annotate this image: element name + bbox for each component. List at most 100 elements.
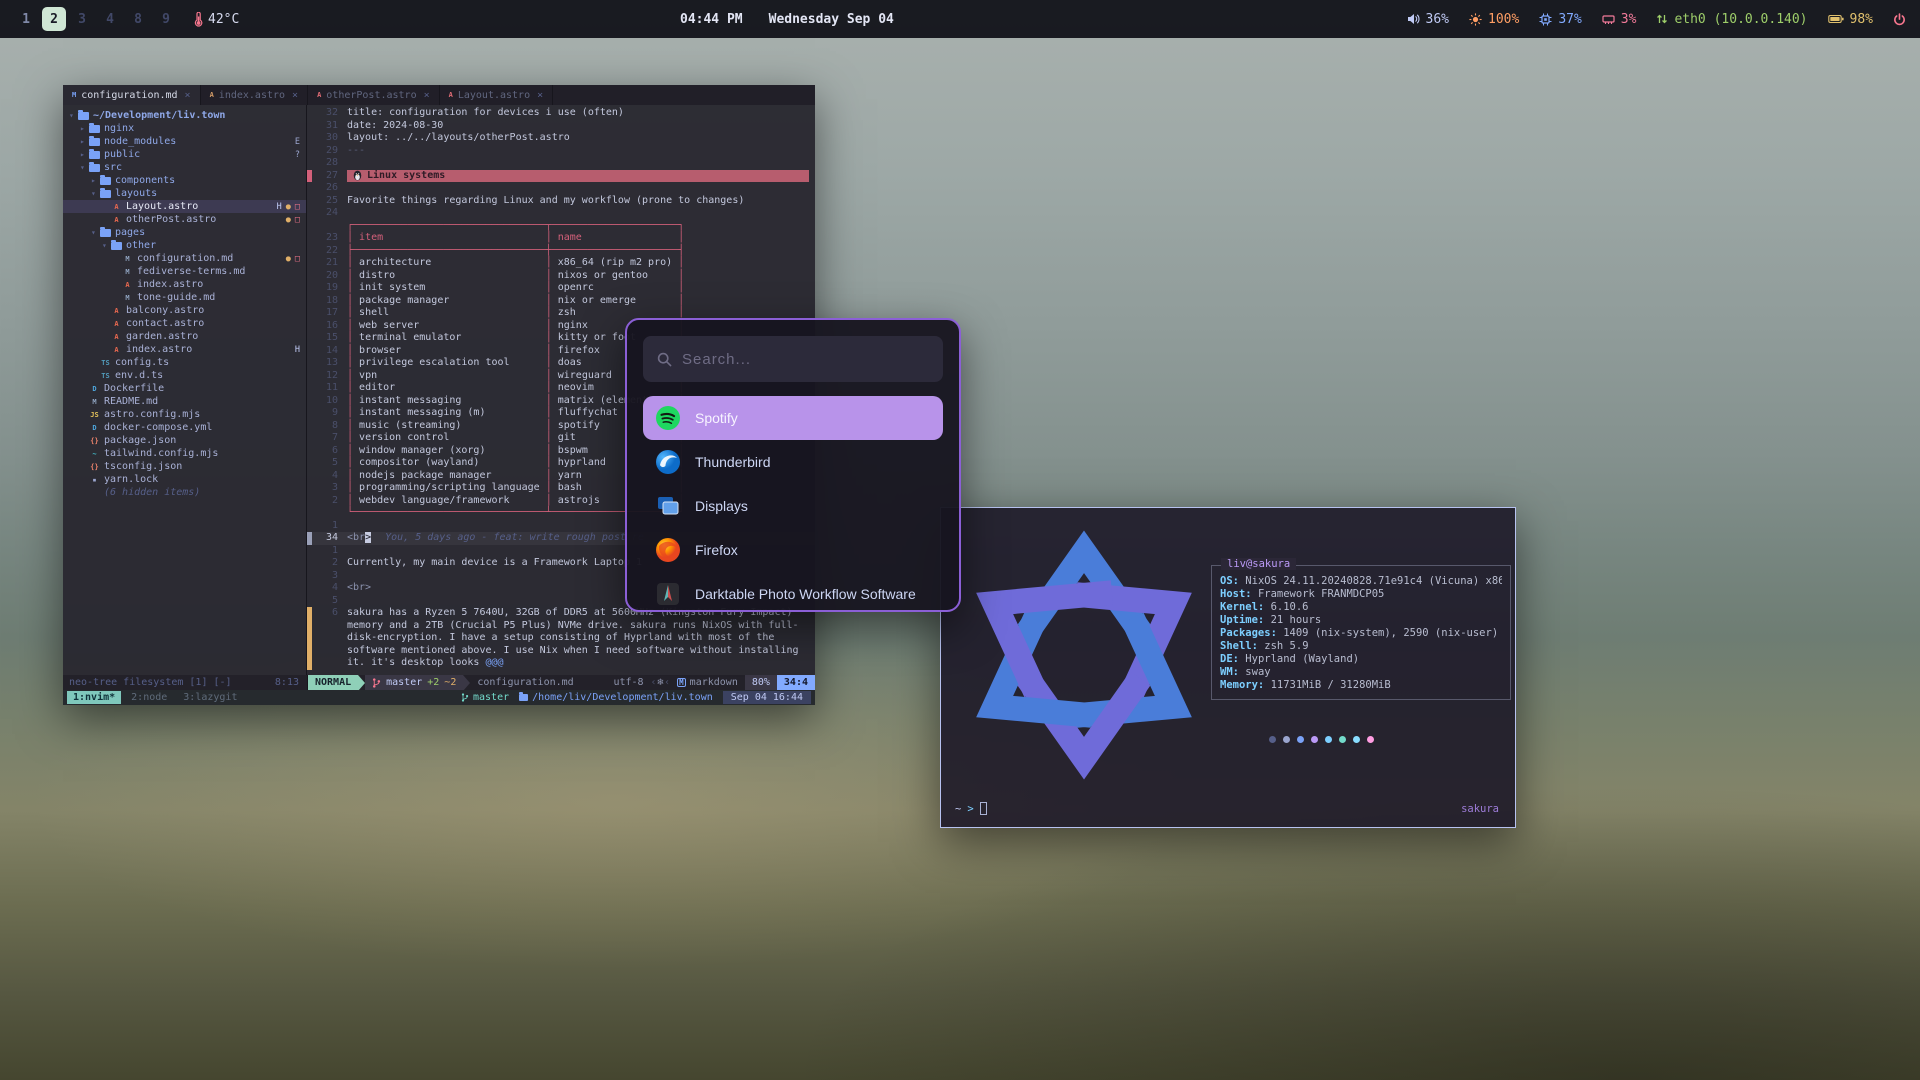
text-span: Currently, my main device is a Framework… (347, 557, 642, 568)
palette-dot (1283, 736, 1290, 743)
workspace-8[interactable]: 8 (126, 7, 150, 31)
chevron-down-icon: ▾ (91, 228, 100, 237)
tree-item[interactable]: ▸public? (63, 148, 306, 161)
tree-item[interactable]: MREADME.md (63, 395, 306, 408)
tree-item-label: index.astro (137, 279, 203, 290)
table-border: │ (347, 270, 359, 281)
tree-item[interactable]: ~tailwind.config.mjs (63, 447, 306, 460)
tree-item[interactable]: ▾layouts (63, 187, 306, 200)
close-icon[interactable]: × (292, 90, 298, 101)
fetch-info-label: Shell: (1220, 640, 1264, 652)
editor-tab[interactable]: AotherPost.astro× (308, 85, 440, 105)
neotree-panel[interactable]: ▾~/Development/liv.town▸nginx▸node_modul… (63, 105, 307, 675)
tmux-right: master /home/liv/Development/liv.town Se… (461, 691, 811, 704)
table-border: │ (672, 257, 684, 268)
tree-item-label: otherPost.astro (126, 214, 216, 225)
tree-item[interactable]: AotherPost.astro●□ (63, 213, 306, 226)
fetch-info-label: DE: (1220, 653, 1245, 665)
tree-item[interactable]: (6 hidden items) (63, 486, 306, 499)
launcher-item[interactable]: Firefox (643, 528, 943, 572)
workspace-9[interactable]: 9 (154, 7, 178, 31)
power-icon[interactable] (1893, 13, 1906, 26)
editor-tab[interactable]: ALayout.astro× (440, 85, 554, 105)
close-icon[interactable]: × (185, 90, 191, 101)
tree-item[interactable]: Mconfiguration.md●□ (63, 252, 306, 265)
terminal-window[interactable]: liv@sakura OS: NixOS 24.11.20240828.71e9… (940, 507, 1516, 828)
markdown-icon: M (677, 678, 686, 687)
tmux-window[interactable]: 2:node (125, 691, 173, 704)
statusline-filename: configuration.md (470, 675, 580, 690)
tmux-window[interactable]: 1:nvim* (67, 691, 121, 704)
table-border: │ (347, 370, 359, 381)
fetch-info-line: Shell: zsh 5.9 (1220, 640, 1502, 653)
tree-item[interactable]: ▸nginx (63, 122, 306, 135)
launcher-item[interactable]: Spotify (643, 396, 943, 440)
statusline-spacer (581, 675, 607, 690)
tree-item[interactable]: {}package.json (63, 434, 306, 447)
tree-item[interactable]: ▪yarn.lock (63, 473, 306, 486)
launcher-item[interactable]: Displays (643, 484, 943, 528)
tree-item[interactable]: TSenv.d.ts (63, 369, 306, 382)
tree-item[interactable]: ▾pages (63, 226, 306, 239)
line-number: 9 (312, 407, 338, 420)
status-badge: □ (295, 254, 300, 264)
shell-prompt[interactable]: ~ > (955, 802, 987, 815)
tmux-window[interactable]: 3:lazygit (177, 691, 243, 704)
scroll-progress: 80% (745, 675, 777, 690)
folder-icon (89, 138, 100, 146)
launcher-results: Spotify Thunderbird DisplaysFirefoxDarktab… (627, 396, 959, 612)
git-status-badges: E (295, 137, 306, 147)
tree-item[interactable]: ▾~/Development/liv.town (63, 109, 306, 122)
launcher-item[interactable]: Thunderbird (643, 440, 943, 484)
close-icon[interactable]: × (424, 90, 430, 101)
tree-item[interactable]: ALayout.astroH●□ (63, 200, 306, 213)
module-network: eth0 (10.0.0.140) (1656, 12, 1807, 27)
filetype-segment: M markdown (670, 675, 745, 690)
launcher-item[interactable]: Darktable Photo Workflow Software (643, 572, 943, 612)
status-badge: E (295, 137, 300, 147)
tree-item[interactable]: Ddocker-compose.yml (63, 421, 306, 434)
tree-item[interactable]: Agarden.astro (63, 330, 306, 343)
network-value: eth0 (10.0.0.140) (1674, 12, 1807, 27)
search-input[interactable] (682, 351, 929, 368)
tree-item[interactable]: Abalcony.astro (63, 304, 306, 317)
tree-item[interactable]: Acontact.astro (63, 317, 306, 330)
workspace-2[interactable]: 2 (42, 7, 66, 31)
tree-item[interactable]: Aindex.astro (63, 278, 306, 291)
table-border: │ (540, 395, 558, 406)
table-cell-item: window manager (xorg) (359, 445, 540, 456)
table-cell-item: shell (359, 307, 540, 318)
tree-item[interactable]: ▾src (63, 161, 306, 174)
tree-item[interactable]: Mfediverse-terms.md (63, 265, 306, 278)
gutter-sign (307, 507, 312, 520)
tree-item[interactable]: JSastro.config.mjs (63, 408, 306, 421)
close-icon[interactable]: × (537, 90, 543, 101)
tree-item[interactable]: TSconfig.ts (63, 356, 306, 369)
astro-file-icon: A (122, 281, 133, 289)
displays-icon (655, 493, 681, 519)
line-number: 26 (312, 182, 338, 195)
editor-tab[interactable]: Mconfiguration.md× (63, 85, 201, 105)
launcher-item-label: Thunderbird (695, 454, 771, 470)
tree-item[interactable]: ▸node_modulesE (63, 135, 306, 148)
tree-item[interactable]: ▾other (63, 239, 306, 252)
tree-item[interactable]: Mtone-guide.md (63, 291, 306, 304)
memory-value: 3% (1621, 12, 1637, 27)
tree-item-label: astro.config.mjs (104, 409, 200, 420)
buffer-line: 25Favorite things regarding Linux and my… (307, 195, 815, 208)
tree-item[interactable]: {}tsconfig.json (63, 460, 306, 473)
table-border: │ (347, 332, 359, 343)
workspace-4[interactable]: 4 (98, 7, 122, 31)
tree-item[interactable]: Aindex.astroH (63, 343, 306, 356)
workspace-3[interactable]: 3 (70, 7, 94, 31)
table-border: │ (672, 232, 684, 243)
tree-item[interactable]: ▸components (63, 174, 306, 187)
table-cell-name: nixos or gentoo (558, 270, 672, 281)
hostname-label: sakura (1461, 803, 1499, 815)
line-number: 4 (312, 582, 338, 595)
table-border: │ (540, 282, 558, 293)
workspace-1[interactable]: 1 (14, 7, 38, 31)
tree-item[interactable]: DDockerfile (63, 382, 306, 395)
editor-tab[interactable]: Aindex.astro× (201, 85, 308, 105)
line-number: 32 (312, 107, 338, 120)
